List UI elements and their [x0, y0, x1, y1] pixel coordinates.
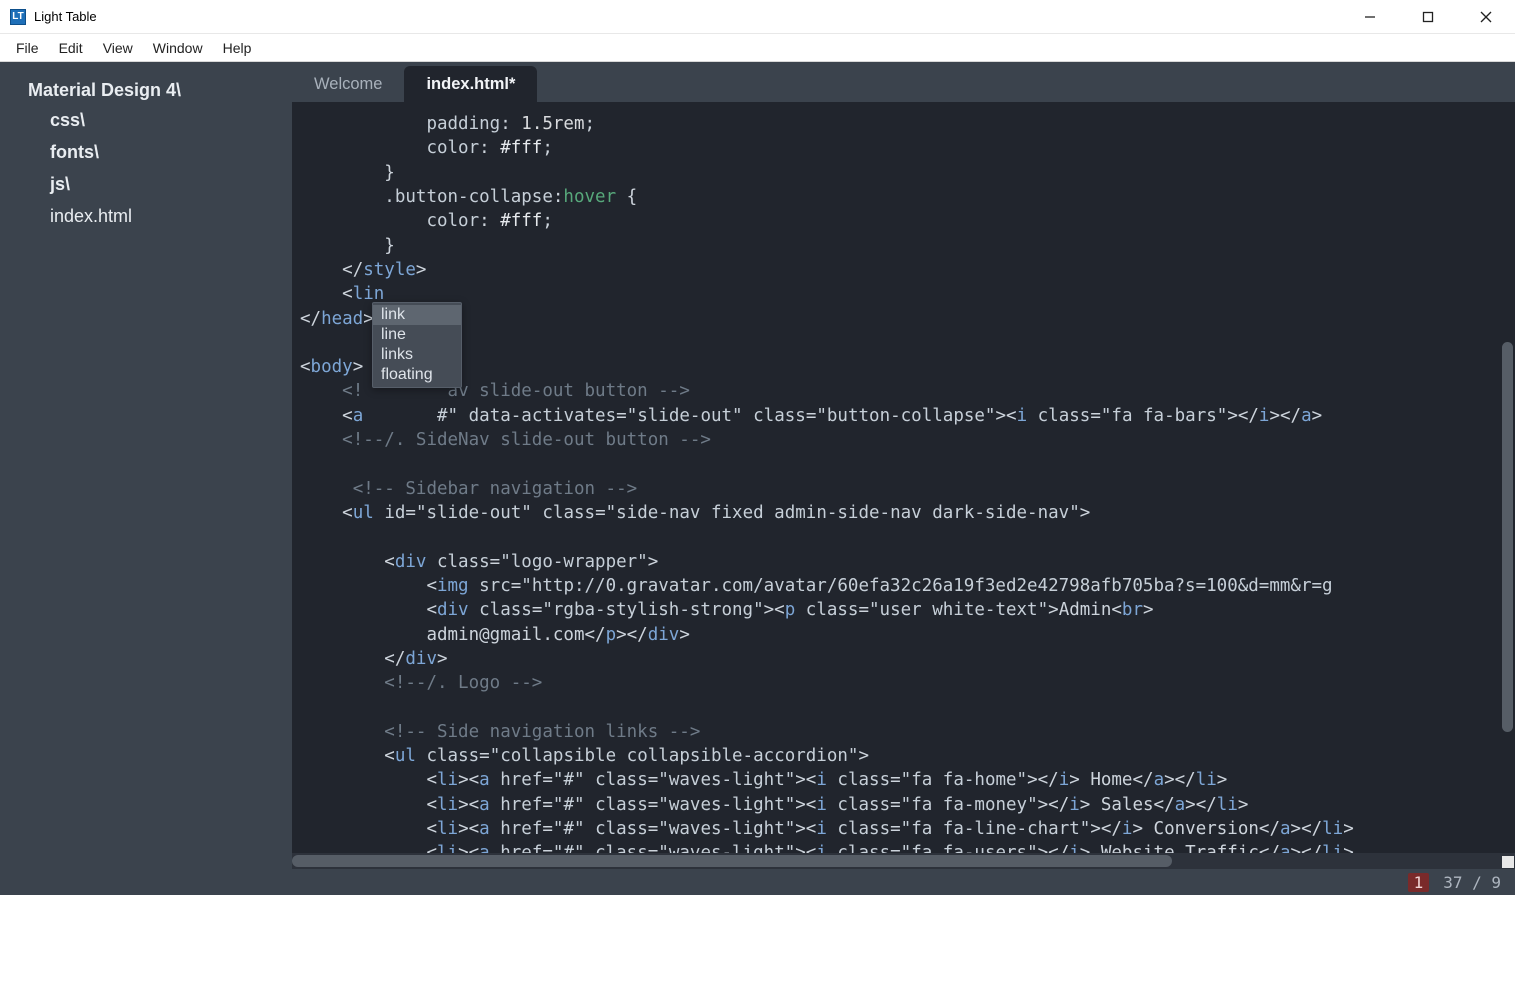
code-content: padding: 1.5rem; color: #fff; } .button-… — [292, 102, 1515, 869]
window-controls — [1341, 0, 1515, 33]
autocomplete-item[interactable]: line — [373, 325, 461, 345]
tab-index[interactable]: index.html* — [404, 66, 537, 102]
menu-help[interactable]: Help — [213, 37, 262, 59]
horizontal-scrollbar-track[interactable] — [292, 853, 1515, 869]
editor-column: Welcome index.html* padding: 1.5rem; col… — [292, 62, 1515, 895]
close-button[interactable] — [1457, 0, 1515, 33]
scroll-corner — [1502, 856, 1514, 868]
project-root[interactable]: Material Design 4\ — [28, 80, 284, 101]
tree-file-index[interactable]: index.html — [28, 201, 284, 233]
window-title: Light Table — [34, 9, 97, 24]
menu-view[interactable]: View — [93, 37, 143, 59]
horizontal-scrollbar-thumb[interactable] — [292, 855, 1172, 867]
tab-bar: Welcome index.html* — [292, 62, 1515, 102]
autocomplete-popup: link line links floating — [372, 302, 462, 388]
code-editor[interactable]: padding: 1.5rem; color: #fff; } .button-… — [292, 102, 1515, 869]
autocomplete-item[interactable]: links — [373, 345, 461, 365]
tab-welcome[interactable]: Welcome — [292, 66, 404, 102]
autocomplete-item[interactable]: floating — [373, 365, 461, 385]
menu-file[interactable]: File — [6, 37, 49, 59]
maximize-button[interactable] — [1399, 0, 1457, 33]
menu-window[interactable]: Window — [143, 37, 213, 59]
autocomplete-item[interactable]: link — [373, 305, 461, 325]
file-tree: Material Design 4\ css\ fonts\ js\ index… — [0, 62, 292, 895]
menu-edit[interactable]: Edit — [49, 37, 93, 59]
tree-folder-js[interactable]: js\ — [28, 169, 284, 201]
minimize-button[interactable] — [1341, 0, 1399, 33]
error-count-badge[interactable]: 1 — [1408, 873, 1430, 892]
bottom-chrome — [0, 895, 1515, 1005]
workspace: Material Design 4\ css\ fonts\ js\ index… — [0, 62, 1515, 895]
app-icon: LT — [10, 9, 26, 25]
status-bar: 1 37 / 9 — [292, 869, 1515, 895]
tree-folder-fonts[interactable]: fonts\ — [28, 137, 284, 169]
cursor-position: 37 / 9 — [1443, 873, 1501, 892]
window-titlebar: LT Light Table — [0, 0, 1515, 34]
vertical-scrollbar[interactable] — [1502, 342, 1513, 732]
menubar: File Edit View Window Help — [0, 34, 1515, 62]
tree-folder-css[interactable]: css\ — [28, 105, 284, 137]
